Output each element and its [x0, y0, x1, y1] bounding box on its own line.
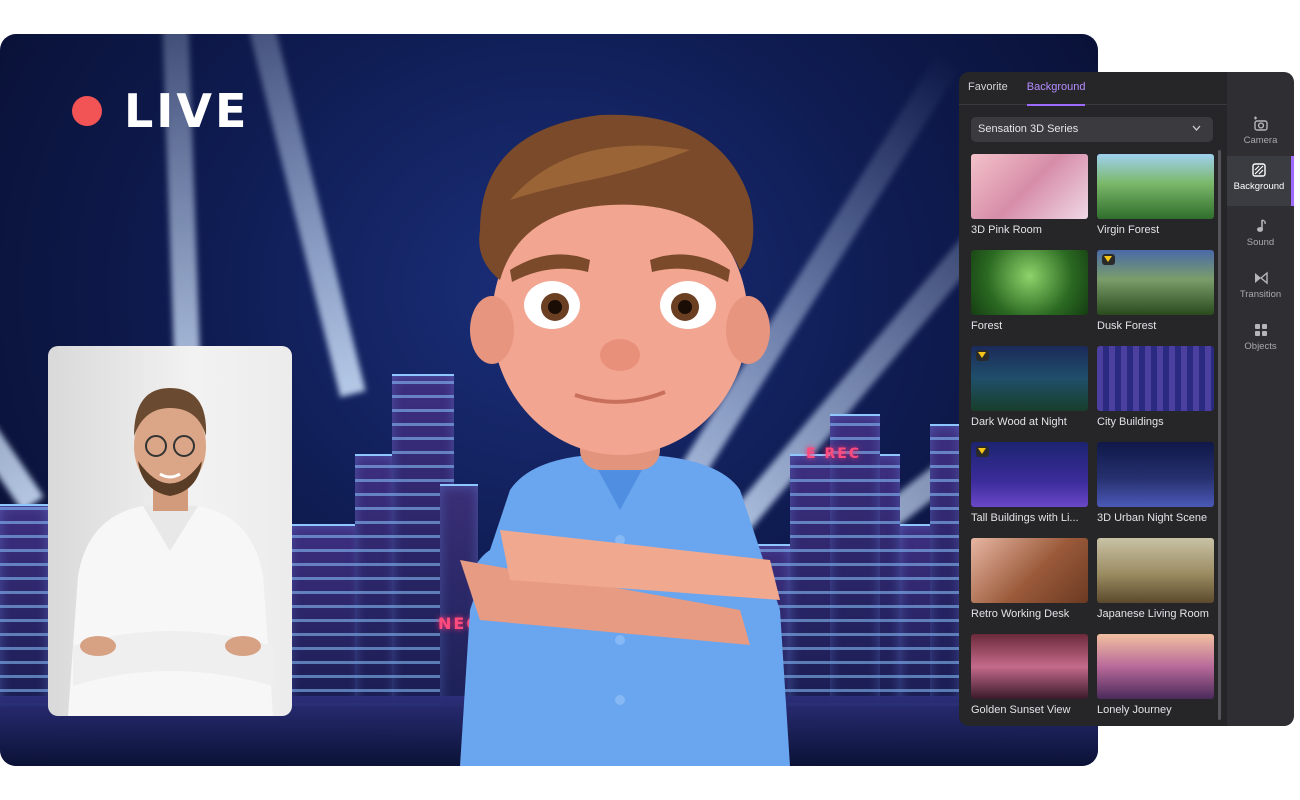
tool-rail: Camera Background Sound Transition Objec… — [1227, 72, 1294, 726]
tab-background[interactable]: Background — [1026, 72, 1086, 106]
person-photo — [68, 388, 273, 716]
background-card[interactable]: 3D Urban Night Scene — [1097, 442, 1214, 538]
background-label: 3D Urban Night Scene — [1097, 512, 1208, 524]
objects-grid-icon — [1254, 324, 1267, 336]
background-label: Virgin Forest — [1097, 224, 1160, 236]
background-thumbnail — [971, 154, 1088, 219]
background-card[interactable]: Lonely Journey — [1097, 634, 1214, 730]
background-card[interactable]: Forest — [971, 250, 1088, 346]
live-label: LIVE — [124, 84, 250, 138]
background-card[interactable]: Japanese Living Room — [1097, 538, 1214, 634]
background-thumbnail — [1097, 346, 1214, 411]
background-icon — [1252, 163, 1266, 177]
background-card[interactable]: 3D Pink Room — [971, 154, 1088, 250]
background-card[interactable]: Virgin Forest — [1097, 154, 1214, 250]
background-thumbnail — [971, 250, 1088, 315]
rail-item-background[interactable]: Background — [1227, 156, 1294, 206]
premium-crown-icon — [976, 350, 989, 361]
premium-crown-icon — [1102, 254, 1115, 265]
premium-crown-icon — [976, 446, 989, 457]
rail-item-label: Background — [1233, 181, 1285, 192]
background-card[interactable]: Tall Buildings with Li... — [971, 442, 1088, 538]
background-panel: Favorite Background Sensation 3D Series … — [959, 72, 1227, 726]
rail-item-camera[interactable]: Camera — [1227, 110, 1294, 158]
rail-item-sound[interactable]: Sound — [1227, 212, 1294, 260]
background-label: 3D Pink Room — [971, 224, 1042, 236]
background-label: Dark Wood at Night — [971, 416, 1067, 428]
rail-item-transition[interactable]: Transition — [1227, 264, 1294, 312]
camera-icon — [1253, 116, 1268, 131]
background-label: Lonely Journey — [1097, 704, 1172, 716]
background-label: Dusk Forest — [1097, 320, 1157, 332]
live-indicator: LIVE — [72, 84, 249, 138]
background-card[interactable]: Golden Sunset View — [971, 634, 1088, 730]
background-label: Golden Sunset View — [971, 704, 1071, 716]
background-card[interactable]: City Buildings — [1097, 346, 1214, 442]
background-grid: 3D Pink Room Virgin Forest Forest Dusk F… — [971, 154, 1215, 730]
background-thumbnail — [1097, 538, 1214, 603]
background-card[interactable]: Retro Working Desk — [971, 538, 1088, 634]
rail-item-label: Objects — [1244, 341, 1277, 352]
panel-tabs: Favorite Background — [959, 72, 1227, 106]
live-dot-icon — [72, 96, 102, 126]
rail-item-label: Camera — [1243, 135, 1278, 146]
background-thumbnail — [971, 634, 1088, 699]
rail-item-label: Sound — [1246, 237, 1275, 248]
background-thumbnail — [1097, 442, 1214, 507]
background-card[interactable]: Dusk Forest — [1097, 250, 1214, 346]
rail-item-objects[interactable]: Objects — [1227, 316, 1294, 364]
avatar-character — [460, 114, 790, 766]
neon-sign: E REC — [806, 446, 862, 462]
tab-favorite[interactable]: Favorite — [968, 72, 1008, 104]
background-label: City Buildings — [1097, 416, 1164, 428]
background-label: Japanese Living Room — [1097, 608, 1209, 620]
webcam-preview — [48, 346, 292, 716]
music-note-icon — [1256, 219, 1266, 232]
background-label: Forest — [971, 320, 1003, 332]
transition-icon — [1254, 271, 1268, 285]
background-thumbnail — [1097, 154, 1214, 219]
series-dropdown-value: Sensation 3D Series — [978, 123, 1079, 135]
rail-item-label: Transition — [1239, 289, 1282, 300]
background-label: Tall Buildings with Li... — [971, 512, 1079, 524]
background-label: Retro Working Desk — [971, 608, 1070, 620]
background-thumbnail — [1097, 634, 1214, 699]
chevron-down-icon — [1192, 125, 1201, 131]
background-thumbnail — [971, 538, 1088, 603]
series-dropdown[interactable]: Sensation 3D Series — [971, 117, 1213, 142]
panel-scrollbar[interactable] — [1218, 150, 1221, 720]
background-card[interactable]: Dark Wood at Night — [971, 346, 1088, 442]
